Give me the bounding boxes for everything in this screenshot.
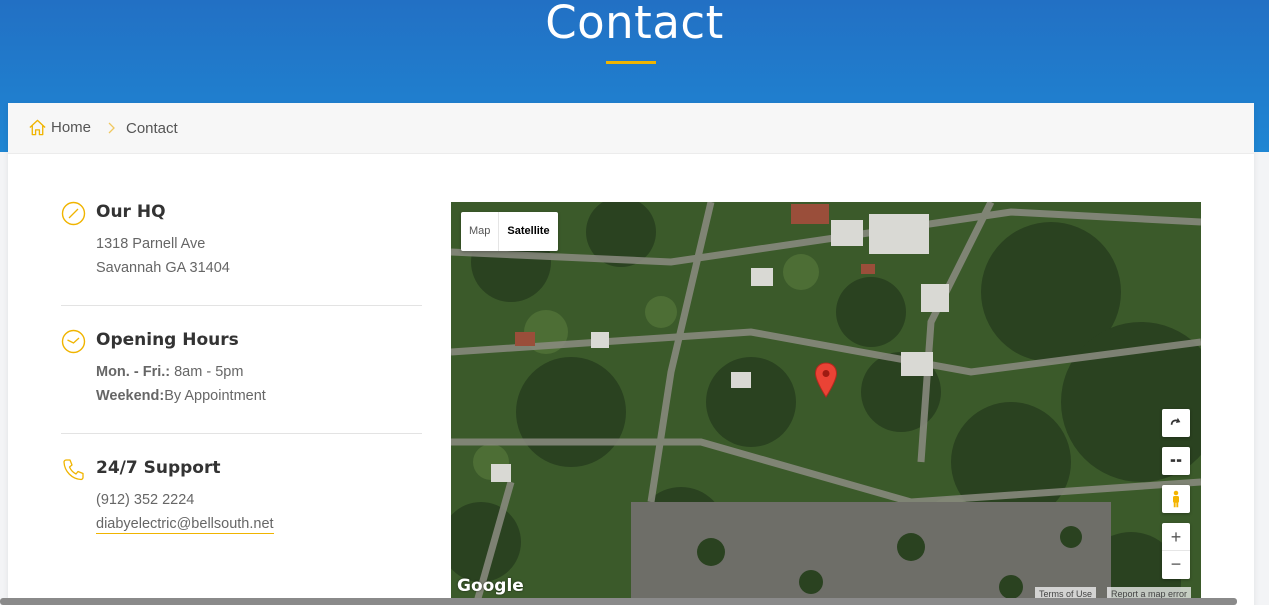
street-view-button[interactable] [1162,485,1190,513]
hq-address-line2: Savannah GA 31404 [96,260,230,276]
content-card: Home Contact Our HQ 1318 Parnell Ave Sav… [8,103,1254,605]
hours-block: Opening Hours Mon. - Fri.: 8am - 5pm Wee… [61,329,422,404]
divider [61,305,422,306]
hours-weekend-label: Weekend: [96,388,165,404]
compass-icon [61,201,86,226]
hours-weekend: Weekend:By Appointment [96,388,266,404]
map-type-map-button[interactable]: Map [461,212,500,251]
rotate-map-button[interactable] [1162,409,1190,437]
map-marker-icon[interactable] [814,362,838,398]
divider [61,433,422,434]
hq-address-line1: 1318 Parnell Ave [96,236,206,252]
breadcrumb: Home Contact [8,103,1254,154]
hours-title: Opening Hours [96,330,239,350]
map-type-satellite-button[interactable]: Satellite [499,212,557,251]
breadcrumb-home-label: Home [51,119,92,136]
tilt-map-button[interactable] [1162,447,1190,475]
hours-weekday-label: Mon. - Fri.: [96,364,171,380]
hours-weekday: Mon. - Fri.: 8am - 5pm [96,364,243,380]
zoom-out-button[interactable]: − [1162,551,1190,579]
zoom-in-button[interactable]: + [1162,523,1190,551]
hq-title: Our HQ [96,202,166,222]
google-logo[interactable]: Google [457,576,524,596]
breadcrumb-current: Contact [126,120,178,137]
tilt-icon [1170,459,1182,462]
support-email-link[interactable]: diabyelectric@bellsouth.net [96,516,274,534]
zoom-control: + − [1162,523,1190,579]
breadcrumb-home-link[interactable]: Home [28,118,91,137]
clock-icon [61,329,86,354]
support-email-row: diabyelectric@bellsouth.net [96,516,274,534]
support-title: 24/7 Support [96,458,221,478]
support-block: 24/7 Support (912) 352 2224 diabyelectri… [61,457,422,537]
rotate-icon [1170,417,1181,425]
home-icon [29,119,46,136]
satellite-imagery [451,202,1201,605]
map-type-control: Map Satellite [461,212,558,251]
hq-block: Our HQ 1318 Parnell Ave Savannah GA 3140… [61,201,422,276]
phone-icon [63,459,84,481]
horizontal-scrollbar[interactable] [0,598,1237,605]
hours-weekday-value: 8am - 5pm [170,364,244,380]
map-embed[interactable]: Map Satellite + − Google Terms of Use Re… [451,202,1201,605]
page-title: Contact [545,0,724,49]
hours-weekend-value: By Appointment [164,388,266,404]
support-phone[interactable]: (912) 352 2224 [96,492,194,508]
pegman-icon [1173,490,1179,508]
chevron-right-icon [108,122,115,134]
title-underline [606,61,656,64]
